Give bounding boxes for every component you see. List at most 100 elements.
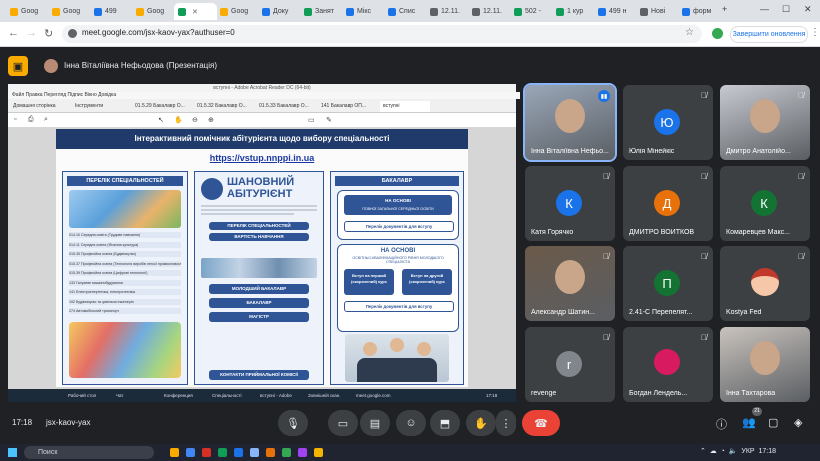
file-explorer-icon[interactable]: [170, 448, 179, 457]
forward-icon[interactable]: →: [26, 27, 37, 39]
people-icon[interactable]: 👥: [742, 416, 756, 429]
tray-wifi-icon[interactable]: ◔: [721, 448, 725, 455]
acrobat-tab: 01.5.32 Бакалавр О...: [197, 103, 247, 109]
tab-favicon-icon: [262, 7, 270, 16]
browser-tab[interactable]: Нові: [636, 3, 679, 20]
browser-tab[interactable]: 12.11.: [426, 3, 469, 20]
browser-tab[interactable]: 499 н: [594, 3, 637, 20]
participant-tile[interactable]: Інна Тахтарова: [720, 327, 810, 402]
applicant-menu-button: КОНТАКТИ ПРИЙМАЛЬНОЇ КОМІСІЇ: [209, 370, 309, 380]
update-browser-button[interactable]: Завершити оновлення: [730, 26, 808, 43]
zoom-out-icon: ⊖: [192, 117, 198, 124]
participant-name: Інна Віталіївна Нефьо...: [531, 148, 609, 155]
muted-mic-icon: 🎙̸: [798, 252, 804, 261]
browser-tab[interactable]: 502 -: [510, 3, 553, 20]
raise-hand-button[interactable]: ✋: [466, 410, 496, 436]
reactions-button[interactable]: ☺: [396, 410, 426, 436]
browser-tab[interactable]: Goog: [132, 3, 175, 20]
app-icon-blue[interactable]: [234, 448, 243, 457]
taskbar-search-box[interactable]: Поиск: [24, 446, 154, 459]
app-icon-yellow[interactable]: [314, 448, 323, 457]
specialties-header: ПЕРЕЛІК СПЕЦІАЛЬНОСТЕЙ: [67, 176, 183, 186]
participant-tile[interactable]: 🎙̸ Александр Шатин...: [525, 246, 615, 321]
comment-icon: ▭: [308, 117, 315, 124]
back-icon[interactable]: ←: [8, 27, 19, 39]
tab-favicon-icon: [346, 7, 354, 16]
institute-logo: [201, 178, 223, 200]
tray-clock[interactable]: 17:18: [758, 448, 776, 455]
browser-tab[interactable]: Спис: [384, 3, 427, 20]
first-course-option: Вступ на перший (скорочений) курс: [344, 269, 394, 295]
participant-tile[interactable]: Ю 🎙̸ Юлія Мінейкіс: [623, 85, 713, 160]
close-window-button[interactable]: ✕: [804, 4, 812, 15]
participant-tile[interactable]: 🎙̸ Дмитро Анатолійо...: [720, 85, 810, 160]
activities-icon[interactable]: ◈: [794, 416, 802, 429]
greeting-line1: ШАНОВНИЙ: [227, 176, 295, 188]
browser-tab[interactable]: Goog: [216, 3, 259, 20]
app-icon-orange[interactable]: [266, 448, 275, 457]
participant-tile[interactable]: П 🎙̸ 2.41-С Перепелят...: [623, 246, 713, 321]
tray-up-icon[interactable]: ⌃: [700, 448, 706, 455]
browser-tab[interactable]: ✕: [174, 3, 217, 20]
participant-tile[interactable]: К 🎙̸ Комаревцев Макс...: [720, 166, 810, 241]
muted-mic-icon: 🎙̸: [798, 91, 804, 100]
app-icon-green[interactable]: [218, 448, 227, 457]
new-tab-icon[interactable]: +: [722, 4, 727, 14]
specialty-item: 015.37 Професійна освіта (Технологія вир…: [69, 260, 181, 267]
close-tab-icon[interactable]: ✕: [192, 8, 198, 16]
app-icon-purple[interactable]: [298, 448, 307, 457]
leave-call-button[interactable]: ☎: [522, 410, 560, 436]
browser-tab[interactable]: 1 кур: [552, 3, 595, 20]
profile-avatar[interactable]: [712, 28, 723, 39]
presentation-icon[interactable]: ▣: [8, 56, 28, 76]
browser-tab[interactable]: Доку: [258, 3, 301, 20]
participant-tile[interactable]: ▮▮ Інна Віталіївна Нефьо...: [523, 83, 617, 162]
microphone-icon: 🎙: [286, 417, 300, 430]
participant-tile[interactable]: 🎙̸ Богдан Лендель...: [623, 327, 713, 402]
url-text[interactable]: meet.google.com/jsx-kaov-yax?authuser=0: [82, 28, 235, 37]
browser-tab[interactable]: Goog: [6, 3, 49, 20]
admission-link: https://vstup.nnppi.in.ua: [209, 153, 315, 163]
tray-cloud-icon[interactable]: ☁: [710, 448, 717, 455]
browser-tab[interactable]: Занят: [300, 3, 343, 20]
bachelor-box-2: НА ОСНОВІ ОСВІТНЬО-КВАЛІФІКАЦІЙНОГО РІВН…: [337, 244, 459, 332]
browser-tab[interactable]: форм: [678, 3, 721, 20]
tray-volume-icon[interactable]: 🔈: [729, 448, 738, 455]
browser-tab[interactable]: Мікс: [342, 3, 385, 20]
minimize-window-button[interactable]: —: [760, 4, 769, 14]
participant-tile[interactable]: r 🎙̸ revenge: [525, 327, 615, 402]
app-icon-teal[interactable]: [282, 448, 291, 457]
app-icon-red[interactable]: [202, 448, 211, 457]
chrome-icon[interactable]: [186, 448, 195, 457]
presenter-avatar: [44, 59, 58, 73]
camera-button[interactable]: ▭: [328, 410, 358, 436]
participant-tile[interactable]: Д 🎙̸ ДМИТРО ВОЙТКОВ: [623, 166, 713, 241]
chat-icon[interactable]: ▢: [768, 416, 778, 429]
reload-icon[interactable]: ↻: [44, 27, 53, 40]
browser-tab[interactable]: 12.11.: [468, 3, 511, 20]
present-button[interactable]: ⬒: [430, 410, 460, 436]
site-info-icon[interactable]: [68, 29, 77, 38]
second-course-option: Вступ на другий (скорочений) курс: [402, 269, 452, 295]
applicant-menu-button: ВАРТІСТЬ НАВЧАННЯ: [209, 233, 309, 241]
tray-language[interactable]: УКР: [741, 448, 754, 455]
info-icon[interactable]: ⓘ: [716, 416, 727, 432]
windows-start-icon[interactable]: [8, 448, 17, 457]
tab-label: Нові: [651, 8, 666, 15]
bookmark-star-icon[interactable]: ☆: [685, 27, 694, 38]
participant-tile[interactable]: К 🎙̸ Катя Горячко: [525, 166, 615, 241]
captions-button[interactable]: ▤: [360, 410, 390, 436]
participant-tile[interactable]: 🎙̸ Kostya Fed: [720, 246, 810, 321]
tab-label: Спис: [399, 8, 416, 15]
browser-tab[interactable]: 499: [90, 3, 133, 20]
address-bar[interactable]: meet.google.com/jsx-kaov-yax?authuser=0 …: [62, 25, 702, 43]
app-icon-lightblue[interactable]: [250, 448, 259, 457]
maximize-window-button[interactable]: ☐: [782, 4, 790, 15]
microphone-button[interactable]: 🎙: [278, 410, 308, 436]
kebab-menu-icon[interactable]: ⋮: [810, 27, 820, 38]
camera-icon: ▭: [337, 417, 349, 430]
shared-taskbar-item: вступні - Adobe: [260, 393, 292, 398]
more-options-button[interactable]: ⋮: [496, 410, 516, 436]
tab-favicon-icon: [430, 7, 438, 16]
browser-tab[interactable]: Goog: [48, 3, 91, 20]
